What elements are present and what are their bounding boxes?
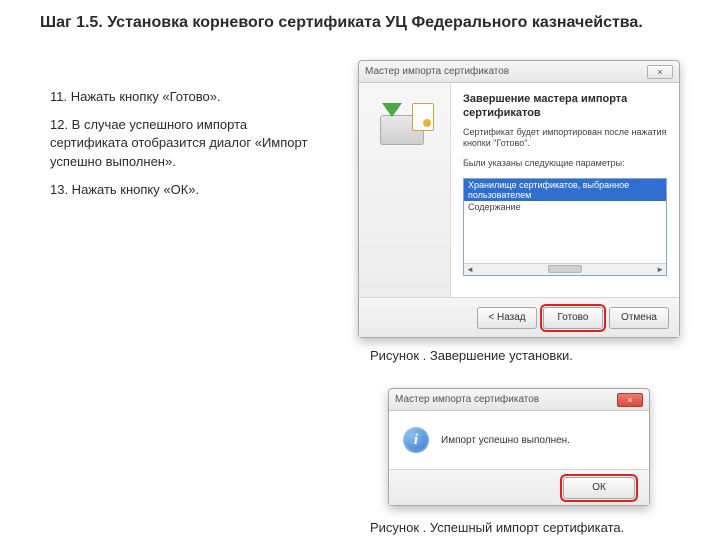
info-icon: i [403,427,429,453]
wizard-body: Завершение мастера импорта сертификатов … [359,83,679,297]
listbox-selected-row[interactable]: Хранилище сертификатов, выбранное пользо… [464,179,666,201]
ok-button[interactable]: ОК [563,477,635,499]
scroll-right-icon[interactable]: ► [656,265,664,274]
wizard-params-label: Были указаны следующие параметры: [463,158,667,170]
close-button[interactable]: × [647,65,673,79]
figure-caption-2: Рисунок . Успешный импорт сертификата. [370,520,624,535]
page-heading: Шаг 1.5. Установка корневого сертификата… [40,12,680,34]
scroll-left-icon[interactable]: ◄ [466,265,474,274]
wizard-content: Завершение мастера импорта сертификатов … [451,83,679,297]
wizard-footer: < Назад Готово Отмена [359,297,679,337]
instructions-block: 11. Нажать кнопку «Готово». 12. В случае… [50,88,310,209]
certificate-import-icon [376,101,434,149]
wizard-title: Мастер импорта сертификатов [365,66,642,77]
step-13: 13. Нажать кнопку «ОК». [50,181,310,199]
dialog-message: Импорт успешно выполнен. [441,435,570,446]
dialog-body: i Импорт успешно выполнен. [389,411,649,469]
step-12: 12. В случае успешного импорта сертифика… [50,116,310,171]
finish-button[interactable]: Готово [543,307,603,329]
cancel-button[interactable]: Отмена [609,307,669,329]
figure-caption-1: Рисунок . Завершение установки. [370,348,573,363]
scroll-thumb[interactable] [548,265,582,273]
wizard-titlebar: Мастер импорта сертификатов × [359,61,679,83]
success-dialog: Мастер импорта сертификатов × i Импорт у… [388,388,650,506]
wizard-sidebar [359,83,451,297]
wizard-params-listbox[interactable]: Хранилище сертификатов, выбранное пользо… [463,178,667,276]
wizard-heading: Завершение мастера импорта сертификатов [463,93,667,121]
back-button[interactable]: < Назад [477,307,537,329]
dialog-titlebar: Мастер импорта сертификатов × [389,389,649,411]
listbox-row[interactable]: Содержание [464,201,666,213]
dialog-footer: ОК [389,469,649,505]
dialog-title: Мастер импорта сертификатов [395,394,612,405]
horizontal-scrollbar[interactable]: ◄ ► [464,263,666,275]
wizard-window: Мастер импорта сертификатов × Завершение… [358,60,680,338]
close-button[interactable]: × [617,393,643,407]
step-11: 11. Нажать кнопку «Готово». [50,88,310,106]
wizard-description: Сертификат будет импортирован после нажа… [463,127,667,150]
